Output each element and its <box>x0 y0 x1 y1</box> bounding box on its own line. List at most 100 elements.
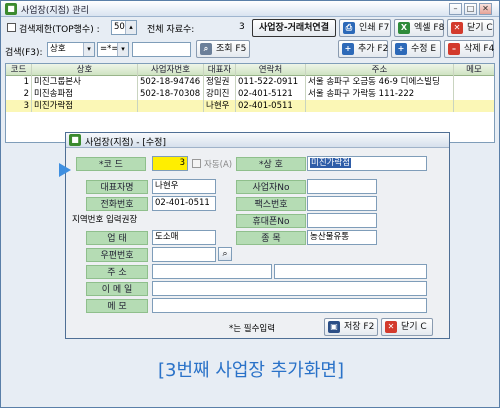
save-button[interactable]: ▣ 저장 F2 <box>324 318 378 336</box>
excel-button[interactable]: X 엑셀 F8 <box>394 19 444 37</box>
row-cell: 502-18-70308 <box>138 88 204 100</box>
rep-field[interactable]: 나현우 <box>152 179 216 194</box>
search-label: 검색(F3): <box>5 48 43 58</box>
row-cell: 강미진 <box>204 88 236 100</box>
limit-checkbox[interactable] <box>7 23 16 32</box>
close-label: 닫기 C <box>467 23 493 33</box>
table-row[interactable]: 2 미진송파점 502-18-70308 강미진 02-401-5121 서울 … <box>6 88 494 100</box>
zip-field[interactable] <box>152 247 216 262</box>
link-customer-button[interactable]: 사업장-거래처연결 <box>252 19 336 37</box>
window-title: 사업장(지점) 관리 <box>21 6 89 16</box>
col-header[interactable]: 상호 <box>32 64 138 76</box>
limit-stepper[interactable]: 50 ▴ <box>111 20 137 35</box>
row-cell: 미진가락점 <box>32 100 138 112</box>
stepper-arrows-icon[interactable]: ▴ <box>125 21 136 34</box>
total-value: 3 <box>239 22 245 32</box>
search-field-select[interactable]: 상호 ▾ <box>47 42 95 57</box>
row-cell: 02-401-0511 <box>236 100 306 112</box>
chevron-down-icon[interactable]: ▾ <box>83 43 94 56</box>
results-table[interactable]: 코드 상호 사업자번호 대표자 연락처 주소 메모 1 미진그룹본사 502-1… <box>5 63 495 143</box>
total-label: 전체 자료수: <box>147 25 195 35</box>
search-button[interactable]: ⌕ 조회 F5 <box>196 40 250 58</box>
table-row[interactable]: 1 미진그룹본사 502-18-94746 정일권 011-522-0911 서… <box>6 76 494 88</box>
save-icon: ▣ <box>328 321 340 333</box>
add-button[interactable]: + 추가 F2 <box>338 40 388 58</box>
zip-search-icon[interactable]: ⌕ <box>218 247 232 261</box>
app-icon: ■ <box>5 3 17 15</box>
address-detail-field[interactable] <box>274 264 427 279</box>
phone-field[interactable]: 02-401-0511 <box>152 196 216 211</box>
col-header[interactable]: 코드 <box>6 64 32 76</box>
maximize-icon[interactable]: □ <box>464 3 477 15</box>
biztype-label: 업 태 <box>86 231 148 245</box>
minimize-icon[interactable]: – <box>449 3 462 15</box>
row-cell: 011-522-0911 <box>236 76 306 88</box>
delete-label: 삭제 F4 <box>464 44 495 54</box>
item-field[interactable]: 농산물유통 <box>307 230 377 245</box>
add-label: 추가 F2 <box>358 44 389 54</box>
search-icon: ⌕ <box>200 43 212 55</box>
dialog-close-label: 닫기 C <box>401 322 427 332</box>
chevron-down-icon[interactable]: ▾ <box>117 43 128 56</box>
search-operator-value: =*= <box>100 44 119 54</box>
main-window: ■ 사업장(지점) 관리 – □ ✕ 검색제한(TOP행수) : 50 ▴ 전체… <box>0 0 500 408</box>
row-cell <box>306 100 454 112</box>
mobile-field[interactable] <box>307 213 377 228</box>
row-cell <box>138 100 204 112</box>
col-header[interactable]: 연락처 <box>236 64 306 76</box>
code-label: *코 드 <box>76 157 146 171</box>
plus-icon: + <box>395 43 407 55</box>
dialog-app-icon: ■ <box>69 134 81 146</box>
close-button[interactable]: ✕ 닫기 C <box>447 19 494 37</box>
search-input[interactable] <box>132 42 191 57</box>
row-cell: 나현우 <box>204 100 236 112</box>
row-cell: 3 <box>6 100 32 112</box>
fax-field[interactable] <box>307 196 377 211</box>
search-operator-select[interactable]: =*= ▾ <box>97 42 129 57</box>
row-cell: 미진그룹본사 <box>32 76 138 88</box>
row-cell: 미진송파점 <box>32 88 138 100</box>
address-label: 주 소 <box>86 265 148 279</box>
print-icon: ⎙ <box>343 22 355 34</box>
email-field[interactable] <box>152 281 427 296</box>
address-field[interactable] <box>152 264 272 279</box>
bizno-label: 사업자No <box>236 180 306 194</box>
table-header: 코드 상호 사업자번호 대표자 연락처 주소 메모 <box>6 64 494 76</box>
delete-button[interactable]: – 삭제 F4 <box>444 40 494 58</box>
col-header[interactable]: 사업자번호 <box>138 64 204 76</box>
name-value: 미진가락점 <box>310 158 352 168</box>
code-field[interactable]: 3 <box>152 156 188 171</box>
col-header[interactable]: 메모 <box>454 64 494 76</box>
row-cell: 02-401-5121 <box>236 88 306 100</box>
print-button[interactable]: ⎙ 인쇄 F7 <box>339 19 391 37</box>
close-icon[interactable]: ✕ <box>479 3 492 15</box>
zip-label: 우편번호 <box>86 248 148 262</box>
dialog-close-button[interactable]: ✕ 닫기 C <box>381 318 433 336</box>
save-label: 저장 F2 <box>344 322 375 332</box>
close-x-icon: ✕ <box>385 321 397 333</box>
close-x-icon: ✕ <box>451 22 463 34</box>
col-header[interactable]: 대표자 <box>204 64 236 76</box>
search-button-label: 조회 F5 <box>216 44 247 54</box>
bizno-field[interactable] <box>307 179 377 194</box>
biztype-field[interactable]: 도소매 <box>152 230 216 245</box>
edit-button[interactable]: + 수정 E <box>391 40 441 58</box>
name-field[interactable]: 미진가락점 <box>307 156 427 171</box>
auto-checkbox[interactable] <box>192 159 201 168</box>
dialog-title-bar[interactable]: ■ 사업장(지점) - [수정] <box>66 133 449 148</box>
memo-field[interactable] <box>152 298 427 313</box>
excel-icon: X <box>398 22 410 34</box>
row-cell: 서울 송파구 가락동 111-222 <box>306 88 454 100</box>
title-bar[interactable]: ■ 사업장(지점) 관리 – □ ✕ <box>1 1 499 17</box>
edit-dialog: ■ 사업장(지점) - [수정] *코 드 3 자동(A) *상 호 미진가락점… <box>65 132 450 339</box>
phone-label: 전화번호 <box>86 197 148 211</box>
table-row-selected[interactable]: 3 미진가락점 나현우 02-401-0511 <box>6 100 494 112</box>
auto-label: 자동(A) <box>204 160 233 170</box>
name-label: *상 호 <box>236 157 306 171</box>
email-label: 이 메 일 <box>86 282 148 296</box>
print-label: 인쇄 F7 <box>359 23 390 33</box>
limit-label: 검색제한(TOP행수) : <box>19 25 100 35</box>
col-header[interactable]: 주소 <box>306 64 454 76</box>
edit-label: 수정 E <box>411 44 437 54</box>
row-cell: 서울 송파구 오금동 46-9 디에스빌딩 <box>306 76 454 88</box>
